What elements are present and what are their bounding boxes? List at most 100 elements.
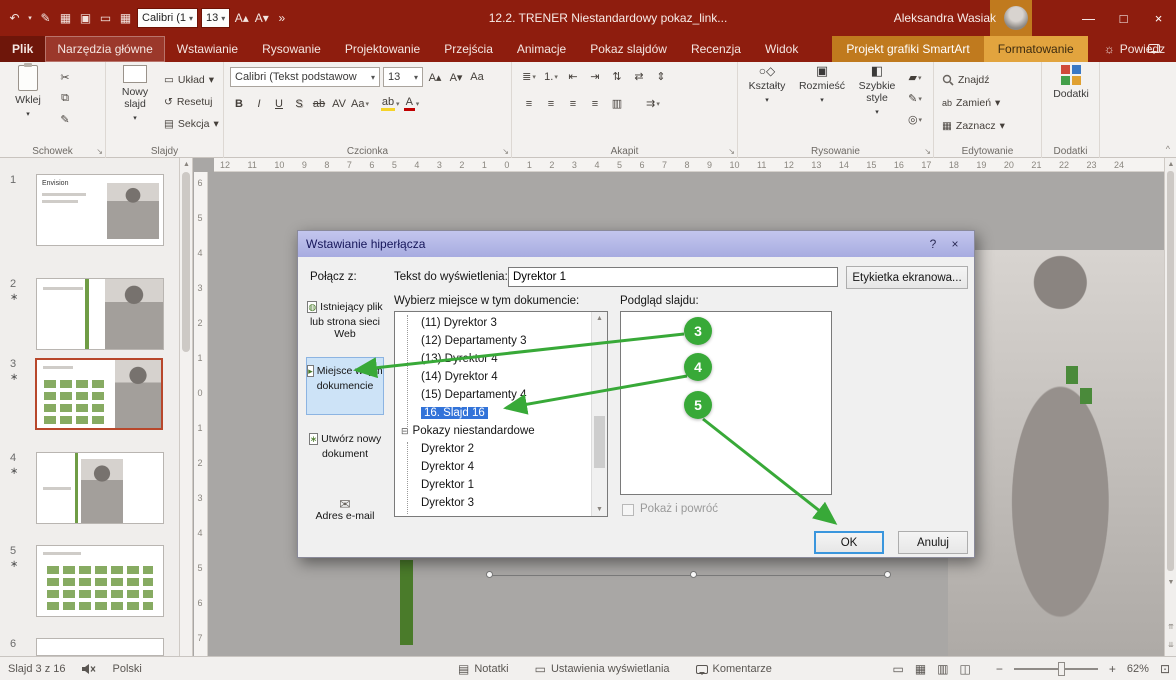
paste-button[interactable]: Wklej ▾ bbox=[5, 65, 51, 139]
shapes-button[interactable]: ○◇ Kształty ▾ bbox=[742, 65, 792, 139]
find-button[interactable]: Znajdź bbox=[942, 70, 990, 89]
tree-item-selected[interactable]: 16. Slajd 16 bbox=[395, 404, 589, 422]
shape-outline-button[interactable]: ✎▾ bbox=[906, 89, 924, 108]
tree-item[interactable]: (11) Dyrektor 3 bbox=[395, 314, 589, 332]
qat-font-size-combo[interactable]: 13▾ bbox=[201, 8, 230, 28]
tree-item[interactable]: Dyrektor 2 bbox=[395, 440, 589, 458]
selection-handle[interactable] bbox=[486, 571, 493, 578]
dialog-launcher-icon[interactable]: ↘ bbox=[924, 147, 931, 156]
change-case-button[interactable]: Aa▾ bbox=[350, 94, 370, 113]
font-name-combo[interactable]: Calibri (Tekst podstawow▾ bbox=[230, 67, 380, 87]
italic-button[interactable]: I bbox=[250, 94, 268, 113]
scroll-up-icon[interactable]: ▲ bbox=[180, 158, 193, 171]
justify-button[interactable]: ≡ bbox=[586, 94, 604, 113]
underline-button[interactable]: U bbox=[270, 94, 288, 113]
shape-fill-button[interactable]: ▰▾ bbox=[906, 68, 924, 87]
display-settings-button[interactable]: ▭Ustawienia wyświetlania bbox=[535, 662, 670, 676]
comments-pane-icon[interactable] bbox=[1148, 44, 1160, 53]
slide-thumbnail-5[interactable] bbox=[36, 545, 164, 617]
text-shadow-button[interactable]: S bbox=[290, 94, 308, 113]
qat-font-name-combo[interactable]: Calibri (1▾ bbox=[137, 8, 198, 28]
decrease-font-icon[interactable]: A▾ bbox=[253, 7, 270, 29]
link-existing-file-tile[interactable]: ◍ Istniejący plik lub strona sieci Web bbox=[306, 293, 384, 353]
slide-thumbnail-6[interactable] bbox=[36, 638, 164, 656]
smartart-fragment[interactable] bbox=[1066, 366, 1078, 384]
text-direction-button[interactable]: ⇄ bbox=[630, 67, 648, 86]
tree-group-custom-shows[interactable]: ⊟Pokazy niestandardowe bbox=[395, 422, 589, 440]
decrease-font-size-button[interactable]: A▾ bbox=[447, 68, 465, 87]
increase-indent-button[interactable]: ⇥ bbox=[586, 67, 604, 86]
dialog-launcher-icon[interactable]: ↘ bbox=[728, 147, 735, 156]
slide-image-person[interactable] bbox=[948, 250, 1164, 656]
comments-button[interactable]: Komentarze bbox=[696, 663, 772, 675]
place-in-document-tile[interactable]: ▸ Miejsce w tym dokumencie bbox=[306, 357, 384, 415]
zoom-level[interactable]: 62% bbox=[1127, 663, 1149, 675]
collapse-box-icon[interactable]: ⊟ bbox=[401, 426, 409, 436]
tab-pokaz-slajdow[interactable]: Pokaz slajdów bbox=[578, 36, 679, 62]
selection-handle[interactable] bbox=[690, 571, 697, 578]
zoom-slider-thumb[interactable] bbox=[1058, 662, 1065, 676]
tree-scrollbar[interactable]: ▲ ▼ bbox=[591, 312, 607, 516]
quick-styles-button[interactable]: ◧ Szybkie style ▾ bbox=[852, 65, 902, 139]
tab-rysowanie[interactable]: Rysowanie bbox=[250, 36, 333, 62]
font-size-combo[interactable]: 13▾ bbox=[383, 67, 423, 87]
layout-button[interactable]: ▭Układ▾ bbox=[164, 70, 214, 89]
tree-item[interactable]: (14) Dyrektor 4 bbox=[395, 368, 589, 386]
copy-button[interactable]: ⧉ bbox=[56, 89, 74, 108]
email-address-tile[interactable]: ✉ Adres e-mail bbox=[306, 493, 384, 541]
format-painter-icon[interactable]: ✎ bbox=[37, 7, 54, 29]
clear-formatting-button[interactable]: Aa bbox=[468, 68, 486, 87]
scroll-down-icon[interactable]: ▼ bbox=[592, 503, 607, 516]
columns-button[interactable]: ▥ bbox=[608, 94, 626, 113]
slide-thumbnail-3-selected[interactable] bbox=[35, 358, 163, 430]
scroll-up-icon[interactable]: ▲ bbox=[1165, 158, 1176, 171]
scrollbar-thumb[interactable] bbox=[594, 416, 605, 468]
close-icon[interactable]: × bbox=[944, 235, 966, 253]
dialog-title-bar[interactable]: Wstawianie hiperłącza ? × bbox=[298, 231, 974, 257]
increase-font-size-button[interactable]: A▴ bbox=[426, 68, 444, 87]
tree-item[interactable]: Dyrektor 4 bbox=[395, 458, 589, 476]
audio-muted-icon[interactable] bbox=[81, 663, 96, 675]
monitor-icon[interactable]: ▭ bbox=[97, 7, 114, 29]
tab-narzedzia-glowne[interactable]: Narzędzia główne bbox=[45, 36, 164, 62]
next-slide-icon[interactable]: ⇊ bbox=[1165, 638, 1176, 651]
account-area[interactable]: Aleksandra Wasiak bbox=[894, 0, 1028, 36]
replace-button[interactable]: abZamień▾ bbox=[942, 93, 1000, 112]
tab-recenzja[interactable]: Recenzja bbox=[679, 36, 753, 62]
undo-icon[interactable]: ↶ bbox=[6, 7, 23, 29]
tab-projektowanie[interactable]: Projektowanie bbox=[333, 36, 432, 62]
increase-font-icon[interactable]: A▴ bbox=[233, 7, 250, 29]
reading-view-icon[interactable]: ▥ bbox=[937, 662, 948, 676]
avatar[interactable] bbox=[1004, 6, 1028, 30]
select-button[interactable]: ▦Zaznacz▾ bbox=[942, 116, 1005, 135]
help-icon[interactable]: ? bbox=[922, 235, 944, 253]
scroll-down-icon[interactable]: ▼ bbox=[1165, 576, 1176, 589]
shape-effects-button[interactable]: ◎▾ bbox=[906, 110, 924, 129]
slide-accent-bar[interactable] bbox=[400, 560, 413, 645]
maximize-button[interactable]: □ bbox=[1106, 0, 1141, 36]
tree-item[interactable]: (12) Departamenty 3 bbox=[395, 332, 589, 350]
main-scrollbar[interactable]: ▲ ▼ ⇈ ⇊ bbox=[1164, 158, 1176, 656]
tree-item[interactable]: Dyrektor 3 bbox=[395, 494, 589, 512]
tell-me-button[interactable]: ☼ Powiedz bbox=[1094, 36, 1175, 62]
strikethrough-button[interactable]: ab bbox=[310, 94, 328, 113]
tree-item[interactable]: (15) Departamenty 4 bbox=[395, 386, 589, 404]
zoom-in-icon[interactable]: + bbox=[1109, 662, 1116, 676]
save-icon[interactable]: ▣ bbox=[77, 7, 94, 29]
character-spacing-button[interactable]: AV bbox=[330, 94, 348, 113]
font-color-button[interactable]: A▾ bbox=[403, 94, 421, 113]
tab-wstawianie[interactable]: Wstawianie bbox=[165, 36, 250, 62]
notes-button[interactable]: ▤Notatki bbox=[458, 662, 509, 676]
scroll-up-icon[interactable]: ▲ bbox=[592, 312, 607, 325]
bold-button[interactable]: B bbox=[230, 94, 248, 113]
new-slide-button[interactable]: Nowy slajd ▾ bbox=[110, 65, 160, 139]
dialog-launcher-icon[interactable]: ↘ bbox=[502, 147, 509, 156]
decrease-indent-button[interactable]: ⇤ bbox=[564, 67, 582, 86]
normal-view-icon[interactable]: ▭ bbox=[893, 662, 904, 676]
format-painter-button[interactable]: ✎ bbox=[56, 110, 74, 129]
line-spacing-button[interactable]: ⇅ bbox=[608, 67, 626, 86]
grid-view-icon[interactable]: ▦ bbox=[57, 7, 74, 29]
panel-scrollbar[interactable]: ▲ bbox=[180, 158, 193, 656]
tab-widok[interactable]: Widok bbox=[753, 36, 810, 62]
tree-item[interactable]: (13) Dyrektor 4 bbox=[395, 350, 589, 368]
